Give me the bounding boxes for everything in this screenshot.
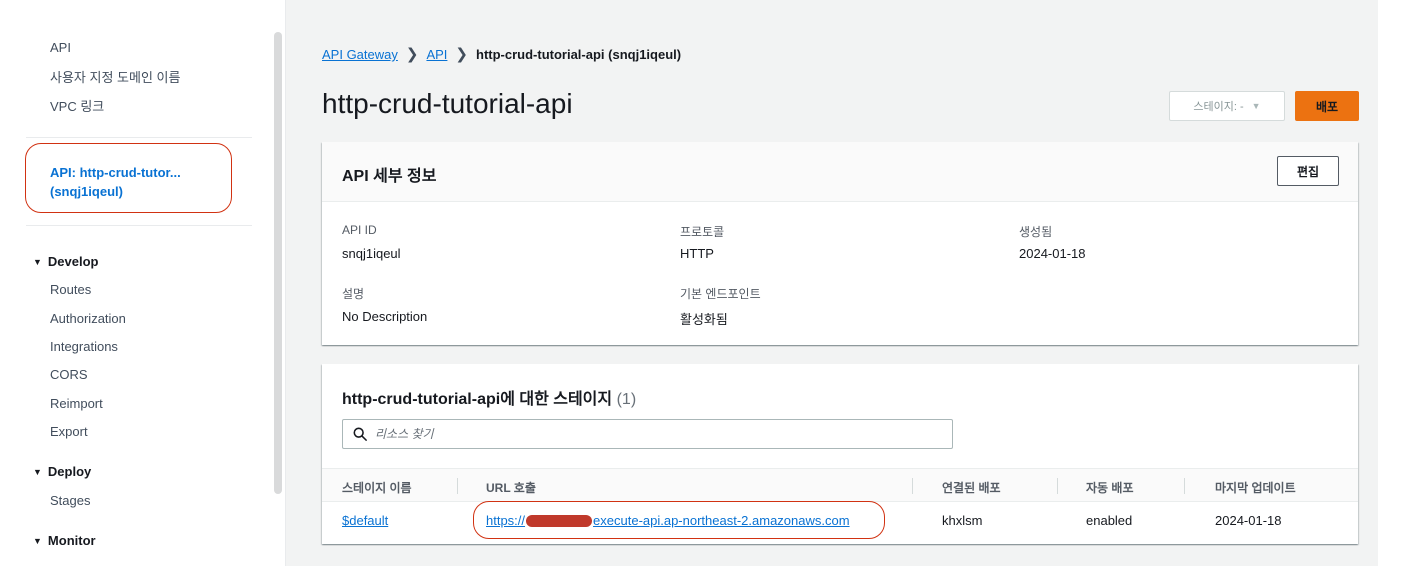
stages-count: (1)	[616, 391, 637, 408]
caret-down-icon: ▼	[33, 536, 42, 546]
field-label-api-id: API ID	[342, 223, 377, 237]
sidebar-section-monitor[interactable]: ▼ Monitor	[33, 533, 96, 548]
column-last-updated[interactable]: 마지막 업데이트	[1215, 479, 1296, 496]
chevron-right-icon: ❯	[455, 46, 468, 63]
sidebar-item-cors[interactable]: CORS	[50, 367, 88, 382]
column-divider	[457, 478, 458, 494]
field-value-created: 2024-01-18	[1019, 246, 1086, 261]
column-divider	[1057, 478, 1058, 494]
sidebar-item-stages[interactable]: Stages	[50, 493, 90, 508]
stages-title-text: http-crud-tutorial-api에 대한 스테이지	[342, 391, 613, 408]
breadcrumb: API Gateway ❯ API ❯ http-crud-tutorial-api (…	[322, 45, 681, 63]
table-row-stage: $default	[342, 513, 388, 528]
stages-table-header: 스테이지 이름 URL 호출 연결된 배포 자동 배포 마지막 업데이트	[322, 468, 1358, 502]
field-value-protocol: HTTP	[680, 246, 714, 261]
breadcrumb-api[interactable]: API	[426, 47, 447, 62]
caret-down-icon: ▼	[1251, 101, 1261, 111]
sidebar-scrollbar[interactable]	[274, 32, 282, 494]
field-label-default-endpoint: 기본 엔드포인트	[680, 287, 761, 301]
sidebar-section-develop[interactable]: ▼ Develop	[33, 254, 99, 269]
deploy-button[interactable]: 배포	[1295, 91, 1359, 121]
highlight-annotation	[473, 501, 885, 539]
column-auto-deploy[interactable]: 자동 배포	[1086, 479, 1134, 496]
api-details-title: API 세부 정보	[342, 168, 437, 185]
search-input[interactable]	[375, 427, 935, 441]
field-label-protocol: 프로토콜	[680, 225, 725, 239]
column-stage-name[interactable]: 스테이지 이름	[342, 479, 412, 496]
resource-search[interactable]	[342, 419, 953, 449]
sidebar-item-routes[interactable]: Routes	[50, 282, 91, 297]
chevron-right-icon: ❯	[405, 46, 419, 63]
sidebar-item-authorization[interactable]: Authorization	[50, 311, 126, 326]
caret-down-icon: ▼	[33, 467, 42, 477]
column-deployment[interactable]: 연결된 배포	[942, 479, 1001, 496]
edit-button[interactable]: 편집	[1277, 156, 1339, 186]
column-divider	[912, 478, 913, 494]
sidebar-section-deploy[interactable]: ▼ Deploy	[33, 464, 91, 479]
sidebar-divider	[26, 137, 252, 138]
table-row-deployment: khxlsm	[942, 513, 983, 528]
stage-select-label: 스테이지: -	[1193, 101, 1244, 113]
sidebar-item-export[interactable]: Export	[50, 424, 88, 439]
field-label-created: 생성됨	[1019, 225, 1053, 239]
page-title: http-crud-tutorial-api	[322, 88, 573, 119]
search-icon	[353, 427, 367, 441]
field-label-description: 설명	[342, 287, 365, 301]
stage-link[interactable]: $default	[342, 513, 388, 528]
api-details-card: API 세부 정보 편집 API ID snqj1iqeul 프로토콜 HTTP…	[322, 142, 1358, 345]
sidebar-divider	[26, 225, 252, 226]
field-value-default-endpoint: 활성화됨	[680, 312, 728, 327]
column-invoke-url[interactable]: URL 호출	[486, 479, 536, 496]
sidebar-item-api[interactable]: API	[50, 40, 71, 55]
breadcrumb-current: http-crud-tutorial-api (snqj1iqeul)	[476, 47, 682, 62]
sidebar-item-custom-domain[interactable]: 사용자 지정 도메인 이름	[50, 67, 180, 86]
sidebar-item-vpc-link[interactable]: VPC 링크	[50, 96, 104, 115]
stages-card: http-crud-tutorial-api에 대한 스테이지 (1) 스테이지…	[322, 364, 1358, 544]
column-divider	[1184, 478, 1185, 494]
sidebar-item-integrations[interactable]: Integrations	[50, 339, 118, 354]
table-row-auto-deploy: enabled	[1086, 513, 1133, 528]
caret-down-icon: ▼	[33, 257, 42, 267]
sidebar-item-reimport[interactable]: Reimport	[50, 396, 103, 411]
highlight-annotation	[25, 143, 232, 213]
stage-select[interactable]: 스테이지: - ▼	[1169, 91, 1285, 121]
field-value-api-id: snqj1iqeul	[342, 246, 401, 261]
sidebar: API 사용자 지정 도메인 이름 VPC 링크 API: http-crud-…	[0, 0, 270, 566]
stages-title: http-crud-tutorial-api에 대한 스테이지 (1)	[342, 385, 636, 409]
table-row-updated: 2024-01-18	[1215, 513, 1282, 528]
breadcrumb-api-gateway[interactable]: API Gateway	[322, 47, 398, 62]
field-value-description: No Description	[342, 309, 428, 324]
api-details-header: API 세부 정보 편집	[322, 142, 1358, 202]
